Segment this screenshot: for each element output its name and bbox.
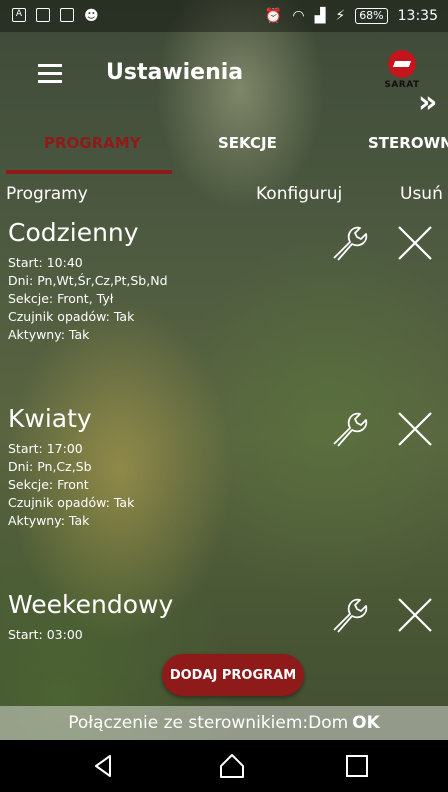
close-icon[interactable] <box>396 596 434 634</box>
wrench-icon[interactable] <box>330 592 372 634</box>
clock: 13:35 <box>397 8 438 24</box>
android-icon: ☻ <box>84 8 99 24</box>
logo-mark-icon <box>388 50 416 78</box>
charging-icon: ⚡ <box>335 8 346 24</box>
signal-icon: ▟ <box>314 8 326 24</box>
wifi-icon: ◠ <box>292 8 305 24</box>
program-rain-sensor: Czujnik opadów: Tak <box>8 309 135 324</box>
connection-text: Połączenie ze sterownikiem:Dom <box>68 713 349 733</box>
battery-level: 68% <box>355 8 388 24</box>
column-header: Programy Konfiguruj Usuń <box>0 184 448 208</box>
program-days: Dni: Pn,Wt,Śr,Cz,Pt,Sb,Nd <box>8 273 168 288</box>
program-name: Weekendowy <box>8 590 174 619</box>
column-delete: Usuń <box>400 184 443 204</box>
program-sections: Sekcje: Front, Tył <box>8 291 114 306</box>
program-name: Codzienny <box>8 218 139 247</box>
program-details: Start: 10:40 Dni: Pn,Wt,Śr,Cz,Pt,Sb,Nd S… <box>8 254 168 344</box>
recent-apps-icon[interactable] <box>343 752 371 780</box>
column-programs: Programy <box>6 184 88 204</box>
program-start: Start: 03:00 <box>8 627 83 642</box>
connection-status-bar: Połączenie ze sterownikiem:Dom OK <box>0 706 448 740</box>
status-bar: A ☻ ⏰ ◠ ▟ ⚡ 68% 13:35 <box>0 0 448 32</box>
program-sections: Sekcje: Front <box>8 477 89 492</box>
tab-sekcje[interactable]: SEKCJE <box>218 134 277 152</box>
column-configure: Konfiguruj <box>256 184 343 204</box>
program-start: Start: 17:00 <box>8 441 83 456</box>
close-icon[interactable] <box>396 224 434 262</box>
program-days: Dni: Pn,Cz,Sb <box>8 459 92 474</box>
notification-a-icon: A <box>12 8 26 22</box>
home-icon[interactable] <box>218 752 246 780</box>
hamburger-menu-icon[interactable] <box>38 64 62 83</box>
program-details: Start: 17:00 Dni: Pn,Cz,Sb Sekcje: Front… <box>8 440 134 530</box>
program-rain-sensor: Czujnik opadów: Tak <box>8 495 135 510</box>
program-details: Start: 03:00 <box>8 626 83 644</box>
alarm-icon: ⏰ <box>264 8 283 24</box>
image-icon <box>60 8 74 22</box>
program-start: Start: 10:40 <box>8 255 83 270</box>
connection-status: OK <box>352 713 380 733</box>
mail-icon <box>36 8 50 22</box>
navigation-bar <box>0 740 448 792</box>
tab-bar: PROGRAMY SEKCJE STEROWNI <box>0 128 448 174</box>
add-program-button[interactable]: DODAJ PROGRAM <box>162 654 304 696</box>
chevron-right-icon[interactable]: » <box>418 88 437 118</box>
tab-sterownik[interactable]: STEROWNI <box>368 134 448 152</box>
toolbar: Ustawienia SARAT <box>0 50 448 104</box>
close-icon[interactable] <box>396 410 434 448</box>
wrench-icon[interactable] <box>330 406 372 448</box>
tab-programy[interactable]: PROGRAMY <box>44 134 141 152</box>
back-icon[interactable] <box>90 752 118 780</box>
program-name: Kwiaty <box>8 404 92 433</box>
program-active: Aktywny: Tak <box>8 513 90 528</box>
page-title: Ustawienia <box>106 60 244 85</box>
wrench-icon[interactable] <box>330 220 372 262</box>
program-active: Aktywny: Tak <box>8 327 90 342</box>
active-tab-indicator <box>6 170 172 174</box>
